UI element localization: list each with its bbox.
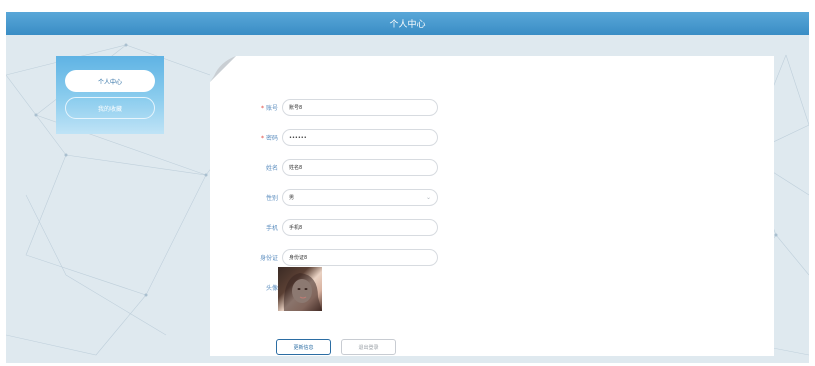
avatar-image[interactable] [278, 267, 322, 311]
sidebar-item-profile[interactable]: 个人中心 [65, 70, 155, 92]
sidebar: 个人中心 我的收藏 [56, 56, 164, 134]
page-header: 个人中心 [6, 12, 809, 35]
name-row: 姓名 姓名8 [240, 159, 438, 176]
password-input[interactable]: •••••• [282, 129, 438, 146]
gender-select[interactable]: 男 ⌄ [282, 189, 438, 206]
name-label: 姓名 [265, 165, 278, 172]
chevron-down-icon: ⌄ [425, 194, 431, 201]
gender-value: 男 [289, 195, 295, 201]
corner-fold-decoration [210, 56, 236, 82]
required-mark: * [260, 135, 264, 142]
phone-row: 手机 手机8 [240, 219, 438, 236]
password-label: 密码 [265, 135, 278, 142]
gender-row: 性别 男 ⌄ [240, 189, 438, 206]
password-row: * 密码 •••••• [240, 129, 438, 146]
app-frame: 个人中心 个人中心 我的收藏 * 账号 账号8 * 密码 •••••• 姓名 姓… [6, 12, 809, 363]
avatar-label: 头像 [265, 285, 278, 292]
account-row: * 账号 账号8 [240, 99, 438, 116]
avatar-row: 头像 [240, 279, 282, 296]
idcard-input[interactable]: 身份证8 [282, 249, 438, 266]
phone-input[interactable]: 手机8 [282, 219, 438, 236]
update-info-button[interactable]: 更新信息 [276, 339, 331, 355]
phone-label: 手机 [265, 225, 278, 232]
name-input[interactable]: 姓名8 [282, 159, 438, 176]
idcard-label: 身份证 [259, 255, 278, 262]
required-mark: * [260, 105, 264, 112]
idcard-row: 身份证 身份证8 [240, 249, 438, 266]
logout-button[interactable]: 退出登录 [341, 339, 396, 355]
sidebar-item-favorites[interactable]: 我的收藏 [65, 97, 155, 119]
account-label: 账号 [265, 105, 278, 112]
account-input[interactable]: 账号8 [282, 99, 438, 116]
profile-panel: * 账号 账号8 * 密码 •••••• 姓名 姓名8 性别 男 ⌄ 手机 手机8 … [210, 56, 774, 356]
page-title: 个人中心 [389, 20, 426, 30]
gender-label: 性别 [265, 195, 278, 202]
